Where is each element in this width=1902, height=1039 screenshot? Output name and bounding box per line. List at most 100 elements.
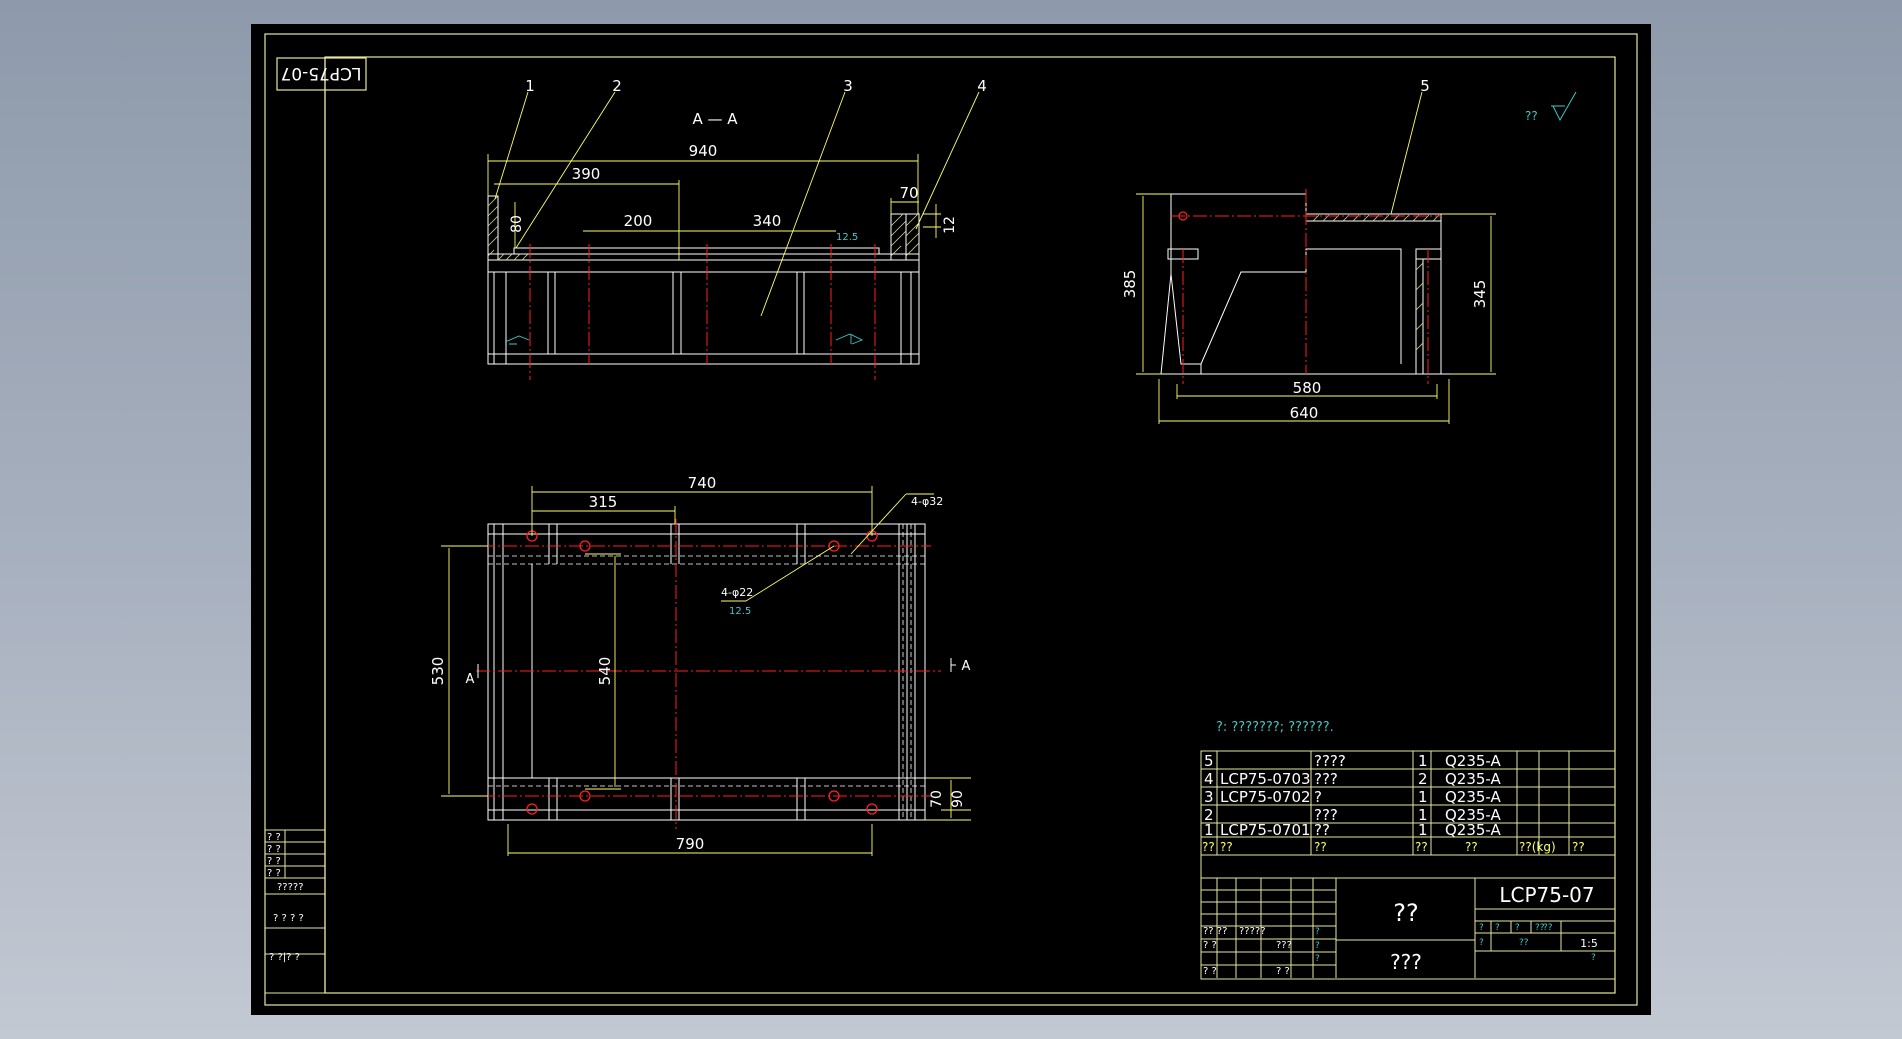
dim-580: 580 [1293, 379, 1322, 397]
dim-640: 640 [1290, 404, 1319, 422]
dim-345: 345 [1471, 280, 1489, 309]
balloon-2: 2 [612, 77, 622, 95]
side-cell: ? ? ? ? [273, 913, 304, 924]
top-roughness: 12.5 [729, 606, 751, 617]
dim-200: 200 [624, 212, 653, 230]
roughness-check-icon [1551, 91, 1577, 122]
section-mark-left: A [466, 672, 475, 687]
small-cell: ? [1495, 923, 1500, 933]
dim-315: 315 [589, 493, 618, 511]
drawing-frame [264, 33, 1638, 1006]
top-view: 740 315 530 540 790 70 90 4-φ32 4-φ22 12… [429, 474, 971, 856]
sign-label: ? ? [1203, 966, 1217, 977]
title-block: ?? ??? LCP75-07 1:5 ?? ?? ????? ? ? ??? … [1200, 855, 1616, 980]
cad-drawing: LCP75-07 A — A 940 390 200 340 70 80 12 … [264, 33, 1638, 1006]
balloon-4: 4 [977, 77, 987, 95]
small-cell: ?? [1519, 938, 1529, 948]
row4-no: 4 [1204, 770, 1214, 788]
header-name: ?? [1314, 840, 1327, 854]
dim-90: 90 [950, 790, 966, 808]
small-cell: ? [1515, 923, 1520, 933]
side-cell: ? ? [267, 832, 281, 843]
row5-qty: 1 [1418, 752, 1428, 770]
sign-label: ? ? [1276, 966, 1290, 977]
drawing-number: LCP75-07 [1499, 883, 1594, 907]
dim-340: 340 [753, 212, 782, 230]
row1-name: ?? [1314, 821, 1330, 839]
header-qty: ?? [1415, 840, 1428, 854]
row3-no: 3 [1204, 788, 1214, 806]
side-view: 5 385 345 580 640 [1121, 77, 1496, 424]
balloon-1: 1 [525, 77, 535, 95]
row4-material: Q235-A [1445, 770, 1502, 788]
header-code: ?? [1220, 840, 1233, 854]
row5-name: ???? [1314, 752, 1346, 770]
dim-70: 70 [899, 184, 918, 202]
small-cell: ? [1479, 938, 1484, 948]
tech-note: ?: ???????; ??????. [1216, 720, 1334, 735]
side-cell: ? ? [267, 868, 281, 879]
dim-385: 385 [1121, 270, 1139, 299]
dim-790: 790 [676, 835, 705, 853]
row5-no: 5 [1204, 752, 1214, 770]
weld-symbol-icon [504, 333, 864, 345]
hole-32 [526, 803, 538, 815]
dim-540: 540 [596, 657, 614, 686]
dim-70-top: 70 [929, 790, 945, 808]
row3-name: ? [1314, 788, 1322, 806]
mid-cell: ? [1315, 941, 1320, 951]
side-table: ? ? ? ? ? ? ? ? ????? ? ? ? ? ? ?|? ? [264, 829, 326, 994]
scale-value: 1:5 [1580, 937, 1598, 950]
row1-code: LCP75-0701 [1220, 821, 1311, 839]
outer-border [264, 33, 1638, 1006]
side-cell: ? ?|? ? [269, 952, 300, 963]
dim-80: 80 [509, 215, 525, 233]
side-cell: ????? [277, 882, 304, 893]
company-name: ??? [1390, 950, 1422, 974]
dim-940: 940 [689, 142, 718, 160]
mid-cell: ? [1315, 954, 1320, 964]
section-view: A — A 940 390 200 340 70 80 12 12.5 1 2 … [487, 77, 987, 380]
balloon-3: 3 [843, 77, 853, 95]
row4-name: ??? [1314, 770, 1338, 788]
sign-label: ?? ?? [1203, 926, 1227, 937]
parts-table: 5 ???? 1 Q235-A 4 LCP75-0703 ??? 2 Q235-… [1200, 750, 1616, 856]
dim-12: 12 [942, 216, 958, 234]
holes-22-label: 4-φ22 [721, 586, 753, 599]
top-view-holes [526, 530, 878, 815]
hole-32 [866, 803, 878, 815]
row1-no: 1 [1204, 821, 1214, 839]
dim-530: 530 [429, 657, 447, 686]
row3-code: LCP75-0702 [1220, 788, 1311, 806]
balloon-5: 5 [1420, 77, 1430, 95]
side-cell: ? ? [267, 856, 281, 867]
section-roughness: 12.5 [836, 232, 858, 243]
row4-code: LCP75-0703 [1220, 770, 1311, 788]
sign-label: ??? [1276, 940, 1292, 951]
rotated-code-text: LCP75-07 [281, 63, 362, 83]
section-title: A — A [692, 110, 738, 128]
cad-viewport[interactable]: LCP75-07 A — A 940 390 200 340 70 80 12 … [0, 0, 1902, 1039]
row3-qty: 1 [1418, 788, 1428, 806]
mid-cell: ? [1315, 927, 1320, 937]
roughness-mark: ?? [1525, 91, 1577, 123]
small-cell: ? [1591, 953, 1596, 963]
dim-740: 740 [688, 474, 717, 492]
row3-material: Q235-A [1445, 788, 1502, 806]
header-mass: ??(kg) [1519, 840, 1556, 854]
section-arrow-icon [477, 658, 956, 678]
row5-material: Q235-A [1445, 752, 1502, 770]
row1-qty: 1 [1418, 821, 1428, 839]
section-mark-right: A [962, 659, 971, 674]
small-cell: ?? [1543, 923, 1553, 933]
drawing-sheet: LCP75-07 A — A 940 390 200 340 70 80 12 … [251, 24, 1651, 1015]
holes-32-label: 4-φ32 [911, 495, 943, 508]
small-cell: ? [1479, 923, 1484, 933]
dim-390: 390 [572, 165, 601, 183]
sign-label: ? ? [1203, 940, 1217, 951]
drawing-name: ?? [1393, 899, 1418, 927]
header-material: ?? [1465, 840, 1478, 854]
side-cell: ? ? [267, 844, 281, 855]
header-no: ?? [1202, 840, 1215, 854]
rotated-code-box: LCP75-07 [276, 57, 367, 91]
